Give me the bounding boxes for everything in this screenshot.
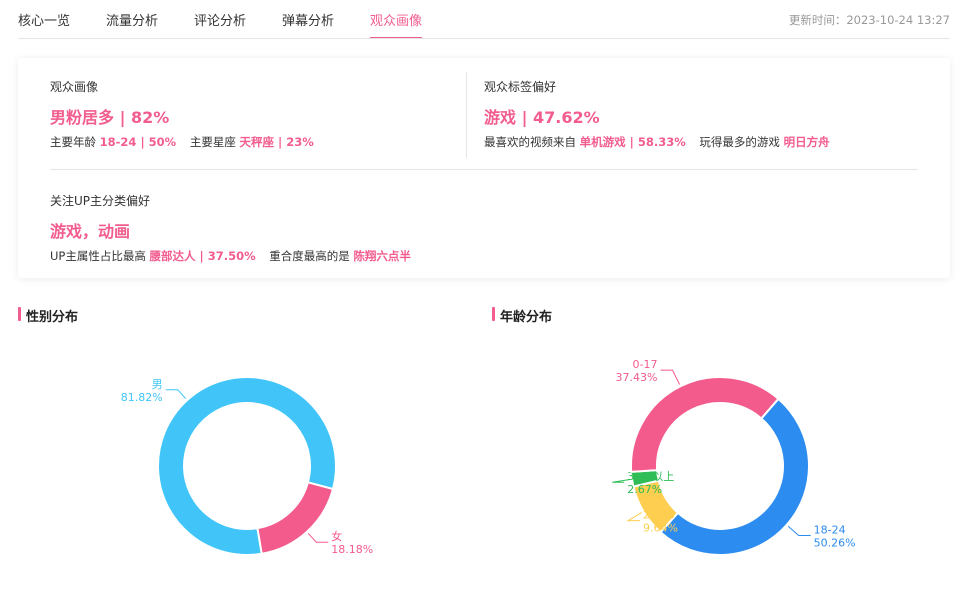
age-leader-1 — [626, 512, 643, 522]
charts-canvas: 男81.82%女18.18%18-2450.26%25-309.64%30岁以上… — [121, 358, 856, 556]
age-leader-0 — [787, 525, 811, 537]
age-label-name-1: 25-30 — [643, 509, 675, 522]
age-leader-3 — [660, 369, 681, 385]
gender-label-value-0: 81.82% — [121, 391, 163, 404]
gender-label-value-1: 18.18% — [331, 543, 373, 556]
age-slice-0[interactable] — [659, 397, 810, 556]
age-label-value-1: 9.64% — [643, 522, 678, 535]
gender-leader-1 — [307, 532, 329, 543]
age-label-name-3: 0-17 — [632, 358, 657, 371]
age-label-name-0: 18-24 — [814, 524, 846, 537]
gender-label-name-0: 男 — [152, 378, 163, 391]
gender-slice-1[interactable] — [256, 481, 335, 555]
age-label-value-2: 2.67% — [627, 483, 662, 496]
gender-label-name-1: 女 — [331, 529, 342, 543]
gender-leader-0 — [165, 389, 187, 400]
age-label-value-0: 50.26% — [814, 537, 856, 550]
age-slice-3[interactable] — [630, 376, 780, 473]
age-label-value-3: 37.43% — [616, 371, 658, 384]
